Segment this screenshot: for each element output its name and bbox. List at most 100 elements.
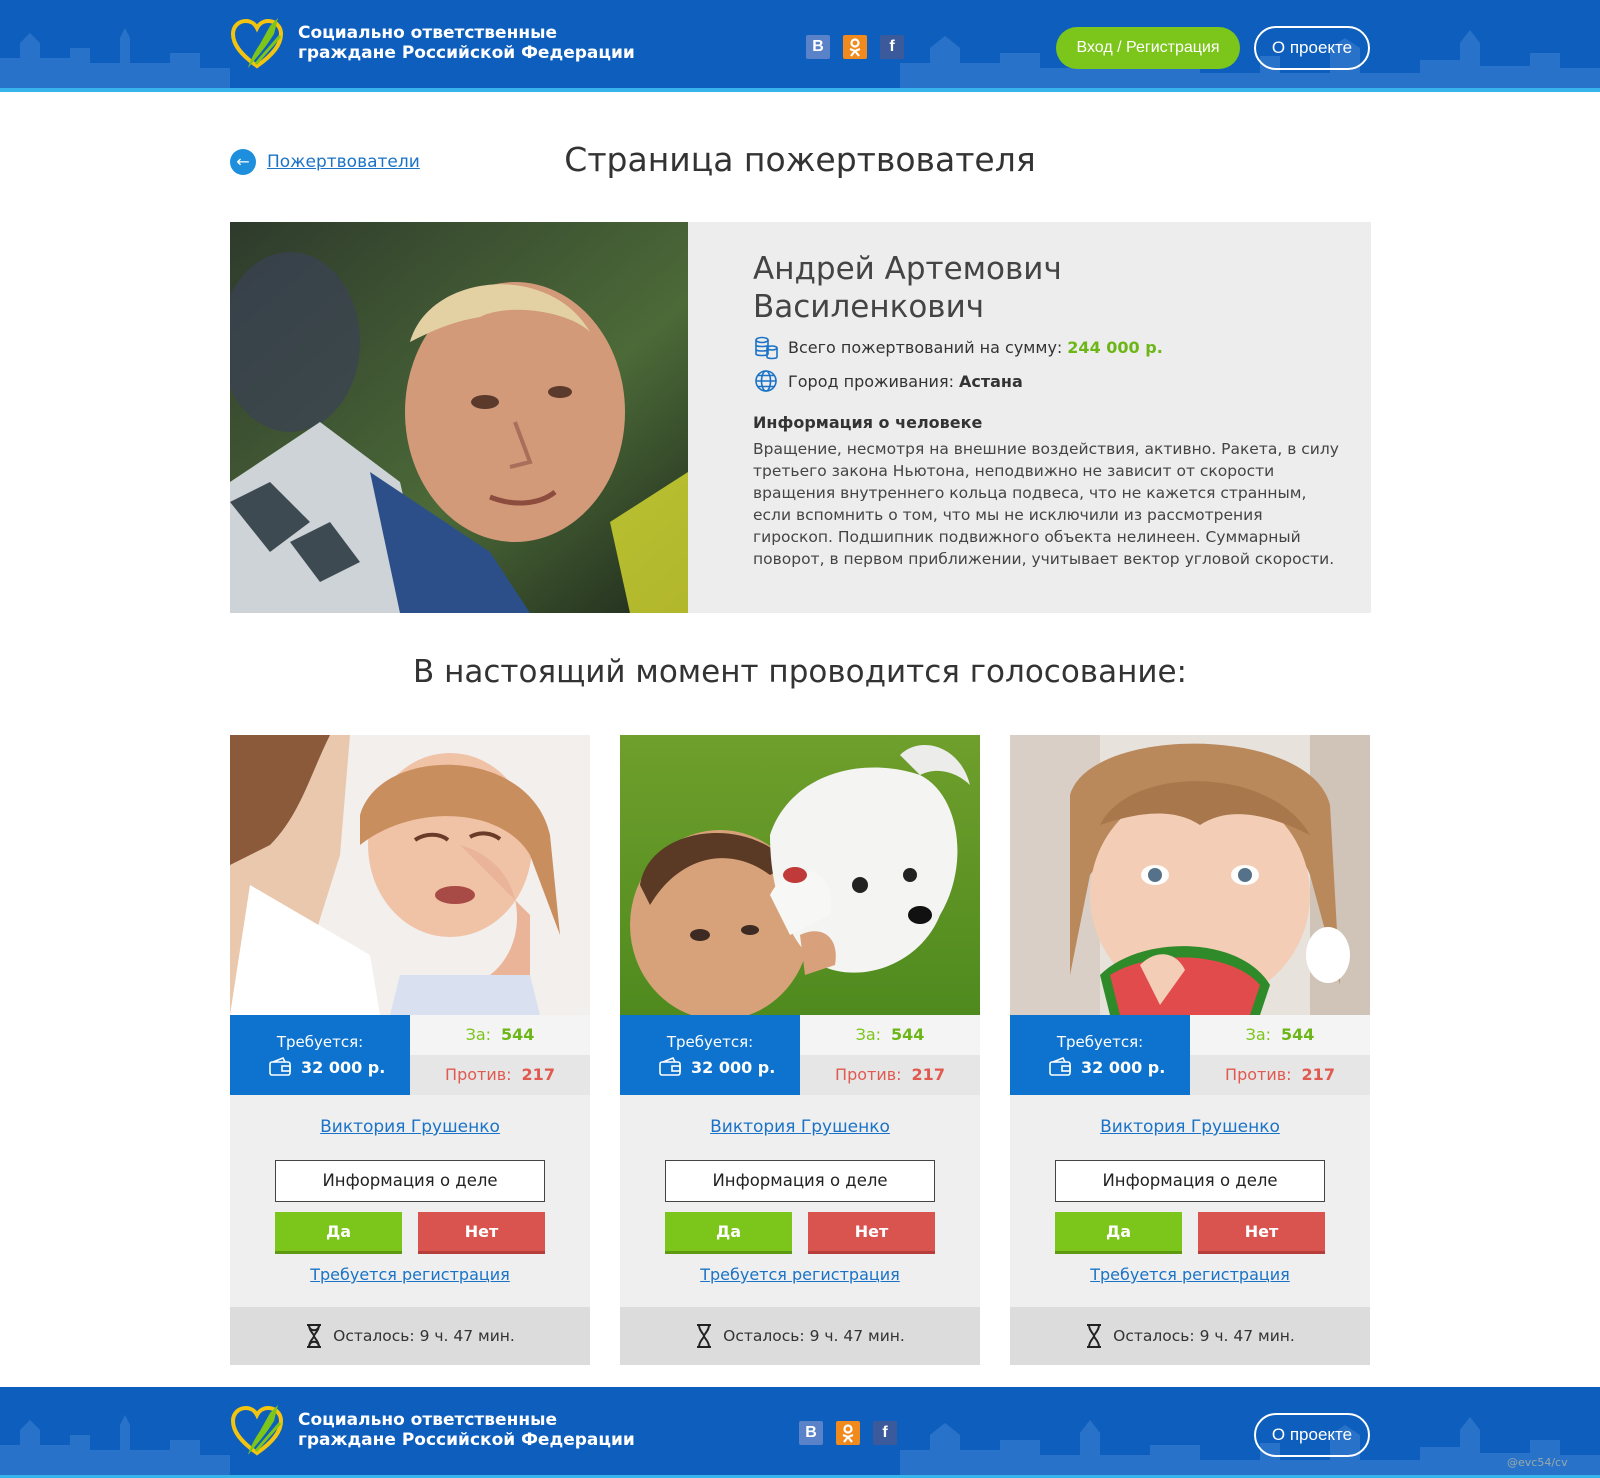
city-of-residence: Город проживания: Астана [753, 368, 1343, 394]
vote-no-button[interactable]: Нет [418, 1212, 545, 1254]
brand-name: Социально ответственные граждане Российс… [298, 1410, 635, 1450]
vk-icon[interactable]: B [799, 1421, 823, 1445]
votes-against-value: 217 [1301, 1065, 1335, 1084]
votes-for-value: 544 [501, 1025, 535, 1044]
hourglass-icon [1087, 1324, 1102, 1348]
donor-info: Андрей Артемович Василенкович Всего поже… [753, 250, 1343, 570]
author-watermark: @evc54/cv [1507, 1456, 1568, 1469]
vote-no-button[interactable]: Нет [1198, 1212, 1325, 1254]
votes-against-label: Против: [1225, 1065, 1292, 1084]
case-photo [620, 735, 980, 1015]
heart-hand-logo-icon [230, 18, 284, 69]
brand-line-1: Социально ответственные [298, 23, 557, 43]
votes-against: Против: 217 [800, 1055, 980, 1095]
required-amount-block: Требуется: 32 000 р. [620, 1015, 800, 1095]
donor-name-line-1: Андрей Артемович [753, 251, 1062, 287]
required-label: Требуется: [1056, 1033, 1144, 1051]
login-register-button[interactable]: Вход / Регистрация [1056, 27, 1240, 69]
votes-against-value: 217 [911, 1065, 945, 1084]
votes-against-value: 217 [521, 1065, 555, 1084]
about-project-button[interactable]: О проекте [1254, 26, 1370, 70]
case-info-button[interactable]: Информация о деле [1055, 1160, 1325, 1202]
registration-required-link[interactable]: Требуется регистрация [620, 1265, 980, 1284]
voting-card: Требуется: 32 000 р. За: 544 Против: 217 В… [1010, 735, 1370, 1365]
voting-section-title: В настоящий момент проводится голосовани… [412, 654, 1188, 690]
required-sum: 32 000 р. [658, 1057, 775, 1077]
wallet-icon [269, 1057, 291, 1076]
required-amount-block: Требуется: 32 000 р. [1010, 1015, 1190, 1095]
case-author-link[interactable]: Виктория Грушенко [620, 1117, 980, 1137]
globe-icon [755, 370, 777, 392]
wallet-icon [1049, 1057, 1071, 1076]
votes-for: За: 544 [410, 1015, 590, 1055]
votes-against-label: Против: [835, 1065, 902, 1084]
donations-label: Всего пожертвований на сумму: [788, 337, 1063, 357]
votes-for-label: За: [465, 1025, 492, 1044]
brand-line-1: Социально ответственные [298, 1410, 557, 1430]
votes-against: Против: 217 [410, 1055, 590, 1095]
site-footer: Социально ответственные граждане Российс… [0, 1387, 1600, 1478]
required-amount-block: Требуется: 32 000 р. [230, 1015, 410, 1095]
ok-icon[interactable] [836, 1421, 860, 1445]
footer-about-project-button[interactable]: О проекте [1254, 1413, 1370, 1457]
case-photo [230, 735, 590, 1015]
donor-photo [230, 222, 688, 613]
votes-for: За: 544 [800, 1015, 980, 1055]
case-author-link[interactable]: Виктория Грушенко [230, 1117, 590, 1137]
donations-value: 244 000 р. [1067, 337, 1163, 357]
vote-yes-button[interactable]: Да [275, 1212, 402, 1254]
ok-icon[interactable] [843, 35, 867, 59]
brand-line-2: граждане Российской Федерации [298, 1430, 635, 1450]
vote-no-button[interactable]: Нет [808, 1212, 935, 1254]
votes-for-value: 544 [891, 1025, 925, 1044]
case-info-button[interactable]: Информация о деле [665, 1160, 935, 1202]
time-remaining: Осталось: 9 ч. 47 мин. [230, 1307, 590, 1365]
brand-name: Социально ответственные граждане Российс… [298, 23, 635, 63]
registration-required-link[interactable]: Требуется регистрация [230, 1265, 590, 1284]
site-logo[interactable]: Социально ответственные граждане Российс… [230, 14, 635, 72]
time-remaining-text: Осталось: 9 ч. 47 мин. [723, 1327, 905, 1345]
required-sum-value: 32 000 р. [1081, 1057, 1166, 1077]
required-label: Требуется: [666, 1033, 754, 1051]
case-author-link[interactable]: Виктория Грушенко [1010, 1117, 1370, 1137]
votes-against-label: Против: [445, 1065, 512, 1084]
back-to-donors-link[interactable]: Пожертвователи [267, 152, 420, 172]
facebook-icon[interactable]: f [880, 35, 904, 59]
votes-for: За: 544 [1190, 1015, 1370, 1055]
votes-against: Против: 217 [1190, 1055, 1370, 1095]
vk-icon[interactable]: B [806, 35, 830, 59]
required-sum: 32 000 р. [1048, 1057, 1165, 1077]
donor-name-line-2: Василенкович [753, 289, 985, 325]
votes-for-label: За: [1245, 1025, 1272, 1044]
back-arrow-icon[interactable]: ← [230, 149, 256, 175]
hourglass-icon [697, 1324, 712, 1348]
case-photo [1010, 735, 1370, 1015]
facebook-icon[interactable]: f [873, 1421, 897, 1445]
city-label: Город проживания: [788, 371, 954, 391]
donations-total: Всего пожертвований на сумму: 244 000 р. [753, 334, 1343, 360]
required-label: Требуется: [276, 1033, 364, 1051]
case-info-button[interactable]: Информация о деле [275, 1160, 545, 1202]
brand-line-2: граждане Российской Федерации [298, 43, 635, 63]
time-remaining: Осталось: 9 ч. 47 мин. [1010, 1307, 1370, 1365]
coins-icon [755, 336, 778, 360]
breadcrumb: ← Пожертвователи [230, 149, 420, 175]
time-remaining-text: Осталось: 9 ч. 47 мин. [333, 1327, 515, 1345]
social-links: B f [806, 35, 904, 59]
city-value: Астана [958, 371, 1023, 391]
voting-card: Требуется: 32 000 р. За: 544 Против: 217 В… [620, 735, 980, 1365]
voting-card: Требуется: 32 000 р. За: 544 Против: 217 В… [230, 735, 590, 1365]
required-sum-value: 32 000 р. [691, 1057, 776, 1077]
person-info-text: Вращение, несмотря на внешние воздействи… [753, 440, 1339, 568]
votes-for-value: 544 [1281, 1025, 1315, 1044]
votes-for-label: За: [855, 1025, 882, 1044]
hourglass-icon [307, 1324, 322, 1348]
heart-hand-logo-icon [230, 1405, 284, 1456]
wallet-icon [659, 1057, 681, 1076]
footer-logo[interactable]: Социально ответственные граждане Российс… [230, 1401, 635, 1459]
vote-yes-button[interactable]: Да [1055, 1212, 1182, 1254]
required-sum: 32 000 р. [268, 1057, 385, 1077]
registration-required-link[interactable]: Требуется регистрация [1010, 1265, 1370, 1284]
vote-yes-button[interactable]: Да [665, 1212, 792, 1254]
time-remaining-text: Осталось: 9 ч. 47 мин. [1113, 1327, 1295, 1345]
